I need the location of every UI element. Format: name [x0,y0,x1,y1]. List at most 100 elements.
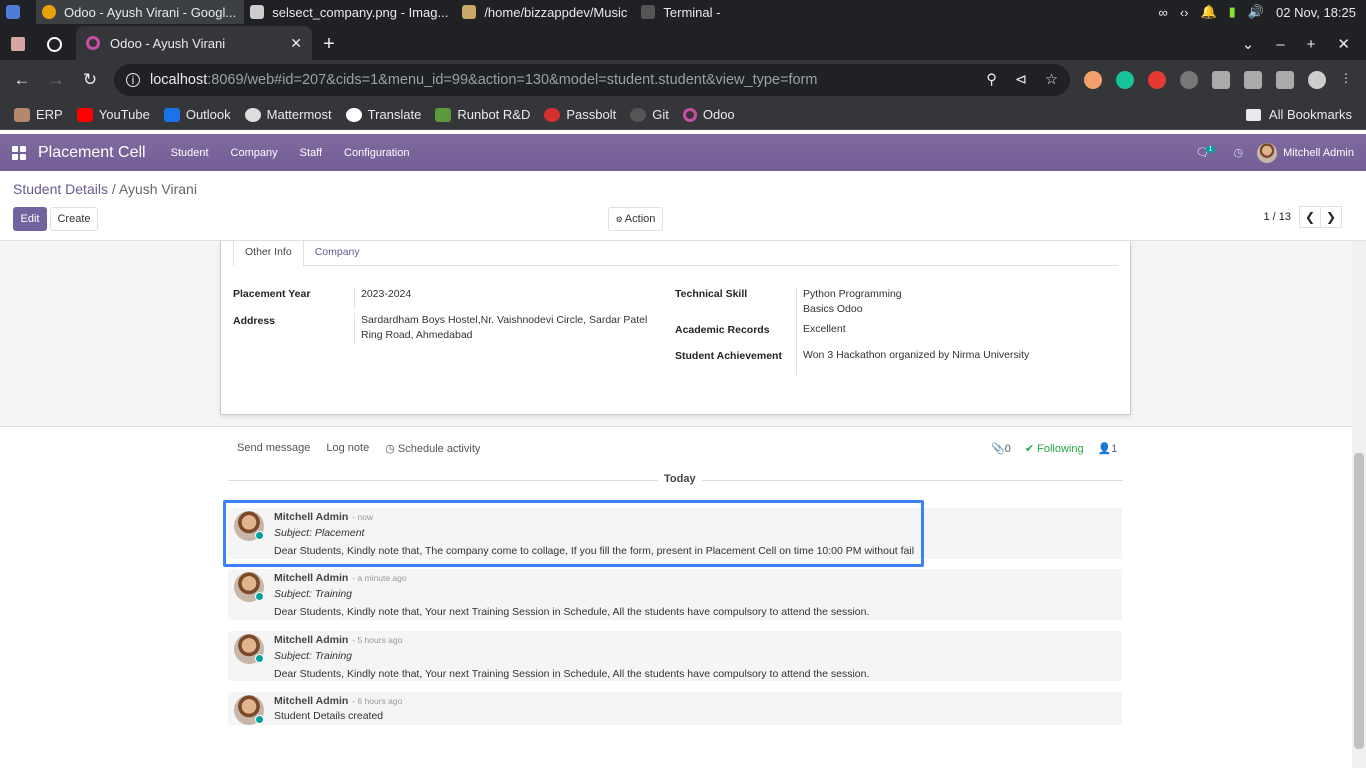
close-window-button[interactable]: ✕ [1337,35,1350,53]
check-icon: ✔ [1024,443,1035,455]
tab-search-icon[interactable]: ⌄ [1242,35,1255,53]
forward-button[interactable]: → [40,70,72,90]
bookmark-passbolt[interactable]: Passbolt [544,107,616,122]
bookmark-runbot[interactable]: Runbot R&D [435,107,530,122]
menu-company[interactable]: Company [231,147,278,159]
messaging-button[interactable]: 🗨1 [1196,146,1220,159]
message-item[interactable]: Mitchell Admin - a minute ago Subject: Tr… [228,569,1122,620]
taskbar-app-files[interactable]: /home/bizzappdev/Music [456,0,635,24]
new-tab-button[interactable]: + [312,28,346,60]
followers-button[interactable]: 👤1 [1098,442,1118,455]
taskbar-app-chrome[interactable]: Odoo - Ayush Virani - Googl... [36,0,245,24]
all-bookmarks[interactable]: All Bookmarks [1245,107,1352,122]
technical-skill-field[interactable]: Python Programming Basics Odoo Excellent… [796,287,1029,375]
odoo-favicon-icon [86,36,100,50]
pager-previous-button[interactable]: ❮ [1299,206,1321,228]
bookmark-star-icon[interactable]: ☆ [1045,72,1058,88]
menu-student[interactable]: Student [171,147,209,159]
message-subject: Subject: Training [274,650,353,662]
address-field[interactable]: Sardardham Boys Hostel,Nr. Vaishnodevi C… [354,313,647,345]
bookmark-youtube[interactable]: YouTube [76,107,150,122]
pager-value[interactable]: 1 / 13 [1263,211,1291,223]
send-message-button[interactable]: Send message [237,442,310,455]
volume-icon[interactable]: 🔊 [1248,4,1264,20]
taskbar-app-image-viewer[interactable]: selsect_company.png - Imag... [244,0,456,24]
url-bar[interactable]: i localhost:8069/web#id=207&cids=1&menu_… [114,64,1070,96]
tab-other-info[interactable]: Other Info [233,241,304,267]
attachments-button[interactable]: 📎0 [991,442,1011,455]
bookmark-mattermost[interactable]: Mattermost [244,107,332,122]
maximize-button[interactable]: + [1307,36,1316,53]
message-count-badge: 1 [1205,146,1216,153]
reload-button[interactable]: ↻ [74,70,106,90]
extension-icon-stop[interactable] [1148,71,1166,89]
following-button[interactable]: ✔ Following [1025,442,1084,455]
message-author[interactable]: Mitchell Admin [274,572,348,584]
app-switcher-icon[interactable] [12,145,26,160]
taskbar-app-terminal[interactable]: Terminal - [635,0,728,24]
calendar-icon [11,37,25,51]
bookmark-odoo[interactable]: Odoo [682,107,735,122]
network-icon[interactable]: ∞ [1159,5,1168,20]
profile-icon[interactable] [1308,71,1326,89]
bookmark-translate[interactable]: Translate [345,107,421,122]
control-panel: Student Details / Ayush Virani Edit Crea… [0,171,1366,241]
bookmark-git[interactable]: Git [630,107,669,122]
side-panel-icon[interactable] [1276,71,1294,89]
placement-year-label: Placement Year [233,288,311,300]
code-icon[interactable]: ‹› [1180,5,1189,20]
avatar [1257,142,1278,163]
extension-icon-1[interactable] [1084,71,1102,89]
schedule-activity-button[interactable]: ◷ Schedule activity [385,442,480,455]
share-icon[interactable]: ⊲ [1015,72,1027,88]
student-achievement-label: Student Achievement [675,350,782,362]
gear-icon: ⚙ [615,214,623,224]
menu-kebab-icon[interactable]: ⋮ [1340,71,1352,89]
runbot-icon [435,107,452,122]
os-menu[interactable] [0,0,36,24]
bookmarks-bar: ERP YouTube Outlook Mattermost Translate… [0,100,1366,130]
highlight-box [223,500,924,567]
create-button[interactable]: Create [50,207,98,231]
menu-configuration[interactable]: Configuration [344,147,409,159]
tab-company[interactable]: Company [304,241,371,265]
clock[interactable]: 02 Nov, 18:25 [1276,5,1356,20]
battery-icon[interactable]: ▮ [1229,4,1236,20]
message-item[interactable]: Mitchell Admin - 5 hours ago Subject: Tra… [228,631,1122,681]
bookmark-outlook[interactable]: Outlook [163,107,231,122]
erp-icon [14,107,30,122]
back-button[interactable]: ← [6,70,38,90]
date-separator: Today [228,473,1123,485]
grammarly-icon[interactable] [1116,71,1134,89]
close-tab-icon[interactable]: ✕ [290,35,302,52]
message-author[interactable]: Mitchell Admin [274,634,348,646]
site-info-icon[interactable]: i [126,73,140,87]
extension-icon-arrow[interactable] [1180,71,1198,89]
user-menu[interactable]: Mitchell Admin [1257,142,1354,163]
log-note-button[interactable]: Log note [326,442,369,455]
bookmark-erp[interactable]: ERP [14,107,63,122]
vertical-scrollbar[interactable] [1352,241,1366,768]
extensions-puzzle-icon[interactable] [1212,71,1230,89]
browser-tab-active[interactable]: Odoo - Ayush Virani ✕ [76,26,312,60]
pager-next-button[interactable]: ❯ [1320,206,1342,228]
edit-button[interactable]: Edit [13,207,47,231]
youtube-icon [76,107,93,122]
minimize-button[interactable]: – [1276,36,1284,53]
placement-year-field[interactable]: 2023-2024 [354,287,411,309]
message-item[interactable]: Mitchell Admin - 6 hours ago Student Deta… [228,692,1122,725]
app-brand[interactable]: Placement Cell [38,144,146,162]
message-author[interactable]: Mitchell Admin [274,695,348,707]
scrollbar-thumb[interactable] [1354,453,1364,749]
bell-icon[interactable]: 🔔 [1200,4,1216,20]
download-icon[interactable] [1244,71,1262,89]
breadcrumb-parent[interactable]: Student Details [13,181,108,197]
activity-clock-icon[interactable]: ◷ [1233,146,1243,159]
pinned-tab-calendar[interactable] [0,28,36,60]
breadcrumb-current: Ayush Virani [118,181,197,197]
academic-records-value: Excellent [803,323,846,335]
zoom-icon[interactable]: ⚲ [986,72,997,88]
pinned-tab-mattermost[interactable] [36,28,72,60]
menu-staff[interactable]: Staff [300,147,322,159]
action-dropdown[interactable]: ⚙ Action [608,207,663,231]
